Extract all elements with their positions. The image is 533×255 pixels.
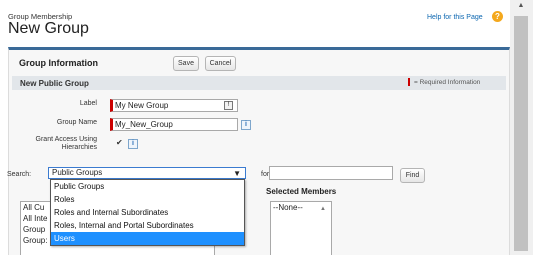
panel-header: Group Information Save Cancel — [9, 50, 509, 74]
panel-title: Group Information — [19, 58, 98, 68]
help-link[interactable]: Help for this Page — [427, 14, 483, 21]
dropdown-option-users[interactable]: Users — [51, 232, 244, 245]
grant-access-label: Grant Access Using Hierarchies — [17, 136, 97, 152]
search-select-value: Public Groups — [52, 168, 103, 177]
chevron-down-icon[interactable]: ▼ — [233, 169, 241, 179]
dropdown-option-roles-internal-portal[interactable]: Roles, Internal and Portal Subordinates — [51, 219, 244, 232]
selected-members-list[interactable]: --None-- ▲ — [270, 201, 332, 255]
info-icon[interactable]: i — [241, 120, 251, 130]
scroll-up-icon[interactable]: ▲ — [514, 2, 528, 12]
group-name-label: Group Name — [56, 119, 97, 126]
group-name-input[interactable]: My_New_Group — [110, 118, 238, 131]
dropdown-option-roles[interactable]: Roles — [51, 193, 244, 206]
search-for-input[interactable] — [269, 166, 393, 180]
chevron-up-icon[interactable]: ▲ — [320, 206, 326, 212]
required-info-text: = Required Information — [414, 79, 481, 86]
search-dropdown: Public Groups Roles Roles and Internal S… — [50, 179, 245, 246]
section-title: New Public Group — [20, 79, 89, 88]
input-helper-icon[interactable]: ! — [224, 101, 233, 110]
section-header: New Public Group = Required Information — [12, 76, 506, 90]
scrollbar-thumb[interactable] — [514, 16, 528, 251]
info-icon[interactable]: i — [128, 139, 138, 149]
grant-access-checkbox[interactable]: ✔ — [116, 139, 124, 147]
selected-members-title: Selected Members — [266, 187, 337, 196]
save-button[interactable]: Save — [173, 56, 199, 71]
page-title: New Group — [8, 20, 89, 37]
vertical-scrollbar[interactable]: ▲ — [510, 0, 533, 255]
grant-access-label-line2: Hierarchies — [61, 144, 97, 151]
grant-access-label-line1: Grant Access Using — [35, 136, 97, 143]
label-input[interactable]: My New Group — [110, 99, 238, 112]
dropdown-option-public-groups[interactable]: Public Groups — [51, 180, 244, 193]
label-field-label: Label — [79, 100, 97, 107]
required-indicator — [408, 78, 410, 86]
question-icon[interactable]: ? — [492, 11, 503, 22]
search-select[interactable]: Public Groups ▼ — [48, 167, 246, 179]
page: Group Membership New Group Help for this… — [0, 0, 510, 255]
search-label: Search: — [7, 171, 32, 178]
dropdown-option-roles-internal[interactable]: Roles and Internal Subordinates — [51, 206, 244, 219]
cancel-button[interactable]: Cancel — [205, 56, 236, 71]
find-button[interactable]: Find — [400, 168, 425, 183]
